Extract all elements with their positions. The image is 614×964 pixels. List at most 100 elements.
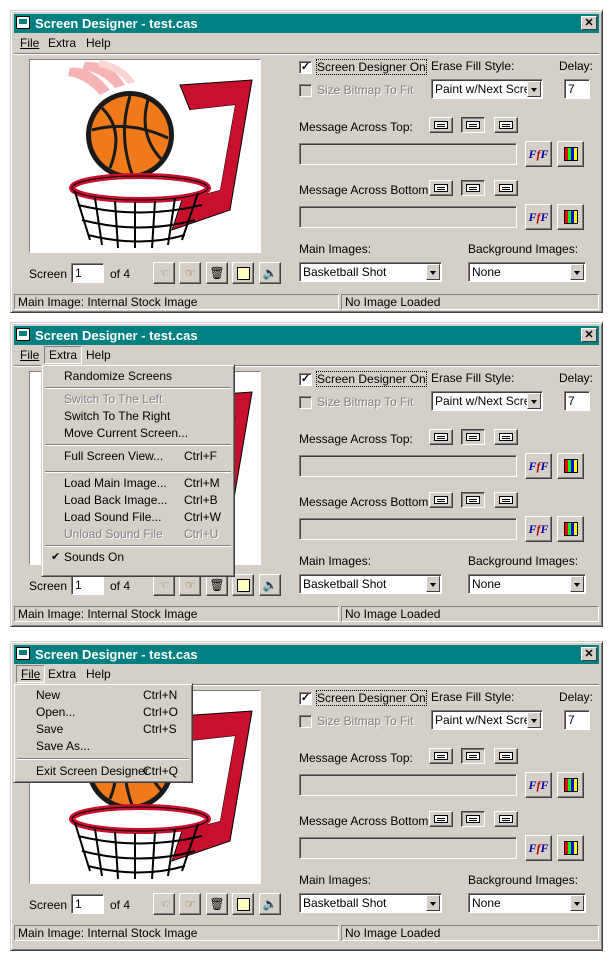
chevron-down-icon[interactable] xyxy=(570,895,584,911)
menu-extra[interactable]: Extra xyxy=(44,346,83,364)
menu-help[interactable]: Help xyxy=(82,665,115,683)
screen-designer-on-checkbox[interactable]: ✓ xyxy=(299,692,312,705)
align-center-bottom-button[interactable] xyxy=(461,180,485,196)
align-right-top-button[interactable] xyxy=(494,748,518,764)
extra-menu-item-full-screen-view[interactable]: Full Screen View... Ctrl+F xyxy=(45,448,231,465)
menu-help[interactable]: Help xyxy=(82,346,115,364)
message-top-input[interactable] xyxy=(299,455,517,477)
close-button[interactable]: ✕ xyxy=(581,647,597,661)
chevron-down-icon[interactable] xyxy=(527,81,541,97)
size-bitmap-checkbox[interactable] xyxy=(299,84,312,97)
delay-input[interactable]: 7 xyxy=(564,710,590,730)
chevron-down-icon[interactable] xyxy=(426,576,440,592)
menu-file[interactable]: File xyxy=(16,665,46,683)
font-top-button[interactable]: FfF xyxy=(525,453,552,479)
align-left-bottom-button[interactable] xyxy=(429,492,453,508)
color-bottom-button[interactable] xyxy=(557,204,584,230)
main-images-select[interactable]: Basketball Shot xyxy=(299,893,442,913)
title-bar[interactable]: Screen Designer - test.cas ✕ xyxy=(14,645,599,664)
align-center-top-button[interactable] xyxy=(461,117,485,133)
menu-file[interactable]: File xyxy=(16,346,43,364)
move-right-button[interactable]: ☞ xyxy=(179,893,201,915)
sound-button[interactable]: 🔈 xyxy=(259,893,281,915)
chevron-down-icon[interactable] xyxy=(426,895,440,911)
align-center-bottom-button[interactable] xyxy=(461,492,485,508)
delete-screen-button[interactable]: 🗑 xyxy=(206,262,228,284)
extra-menu-item-switch-to-the-right[interactable]: Switch To The Right xyxy=(45,408,231,425)
align-left-top-button[interactable] xyxy=(429,429,453,445)
extra-menu-item-load-back-image[interactable]: Load Back Image... Ctrl+B xyxy=(45,492,231,509)
align-left-bottom-button[interactable] xyxy=(429,180,453,196)
move-right-button[interactable]: ☞ xyxy=(179,262,201,284)
extra-menu-item-load-sound-file[interactable]: Load Sound File... Ctrl+W xyxy=(45,509,231,526)
extra-menu-item-unload-sound-file[interactable]: Unload Sound File Ctrl+U xyxy=(45,526,231,543)
font-bottom-button[interactable]: FfF xyxy=(525,204,552,230)
blank-screen-button[interactable] xyxy=(232,893,254,915)
align-right-top-button[interactable] xyxy=(494,429,518,445)
close-button[interactable]: ✕ xyxy=(581,328,597,342)
size-bitmap-checkbox[interactable] xyxy=(299,715,312,728)
move-left-button[interactable]: ☜ xyxy=(153,262,175,284)
extra-menu-item-randomize-screens[interactable]: Randomize Screens xyxy=(45,368,231,385)
align-center-top-button[interactable] xyxy=(461,748,485,764)
align-right-bottom-button[interactable] xyxy=(494,492,518,508)
blank-screen-button[interactable] xyxy=(232,262,254,284)
erase-fill-style-select[interactable]: Paint w/Next Scree xyxy=(431,79,543,99)
file-menu-item-open[interactable]: Open... Ctrl+O xyxy=(17,704,189,721)
align-center-bottom-button[interactable] xyxy=(461,811,485,827)
align-left-top-button[interactable] xyxy=(429,748,453,764)
menu-file[interactable]: File xyxy=(16,34,43,52)
menu-help[interactable]: Help xyxy=(82,34,115,52)
size-bitmap-checkbox[interactable] xyxy=(299,396,312,409)
background-images-select[interactable]: None xyxy=(468,574,586,594)
screen-number-input[interactable]: 1 xyxy=(71,894,104,914)
font-top-button[interactable]: FfF xyxy=(525,772,552,798)
message-bottom-input[interactable] xyxy=(299,206,517,228)
screen-designer-on-checkbox[interactable]: ✓ xyxy=(299,373,312,386)
blank-screen-button[interactable] xyxy=(232,574,254,596)
move-left-button[interactable]: ☜ xyxy=(153,574,175,596)
background-images-select[interactable]: None xyxy=(468,262,586,282)
font-top-button[interactable]: FfF xyxy=(525,141,552,167)
app-icon[interactable] xyxy=(16,647,30,660)
title-bar[interactable]: Screen Designer - test.cas ✕ xyxy=(14,326,599,345)
file-menu-item-save-as[interactable]: Save As... xyxy=(17,738,189,755)
extra-menu-item-move-current-screen[interactable]: Move Current Screen... xyxy=(45,425,231,442)
align-left-bottom-button[interactable] xyxy=(429,811,453,827)
chevron-down-icon[interactable] xyxy=(426,264,440,280)
app-icon[interactable] xyxy=(16,16,30,29)
screen-designer-on-checkbox[interactable]: ✓ xyxy=(299,61,312,74)
screen-number-input[interactable]: 1 xyxy=(71,263,104,283)
align-right-bottom-button[interactable] xyxy=(494,180,518,196)
align-right-top-button[interactable] xyxy=(494,117,518,133)
color-top-button[interactable] xyxy=(557,453,584,479)
align-left-top-button[interactable] xyxy=(429,117,453,133)
main-images-select[interactable]: Basketball Shot xyxy=(299,574,442,594)
file-menu-item-save[interactable]: Save Ctrl+S xyxy=(17,721,189,738)
align-center-top-button[interactable] xyxy=(461,429,485,445)
extra-menu-item-load-main-image[interactable]: Load Main Image... Ctrl+M xyxy=(45,475,231,492)
chevron-down-icon[interactable] xyxy=(570,264,584,280)
close-button[interactable]: ✕ xyxy=(581,16,597,30)
erase-fill-style-select[interactable]: Paint w/Next Scree xyxy=(431,710,543,730)
delay-input[interactable]: 7 xyxy=(564,79,590,99)
message-bottom-input[interactable] xyxy=(299,837,517,859)
menu-extra[interactable]: Extra xyxy=(44,665,80,683)
sound-button[interactable]: 🔈 xyxy=(259,574,281,596)
delete-screen-button[interactable]: 🗑 xyxy=(206,893,228,915)
chevron-down-icon[interactable] xyxy=(527,712,541,728)
app-icon[interactable] xyxy=(16,328,30,341)
move-left-button[interactable]: ☜ xyxy=(153,893,175,915)
erase-fill-style-select[interactable]: Paint w/Next Scree xyxy=(431,391,543,411)
extra-menu-item-sounds-on[interactable]: ✔ Sounds On xyxy=(45,549,231,566)
color-bottom-button[interactable] xyxy=(557,835,584,861)
color-top-button[interactable] xyxy=(557,141,584,167)
file-menu-item-exit-screen-designer[interactable]: Exit Screen Designer Ctrl+Q xyxy=(17,763,189,780)
color-bottom-button[interactable] xyxy=(557,516,584,542)
chevron-down-icon[interactable] xyxy=(527,393,541,409)
menu-extra[interactable]: Extra xyxy=(44,34,80,52)
move-right-button[interactable]: ☞ xyxy=(179,574,201,596)
main-images-select[interactable]: Basketball Shot xyxy=(299,262,442,282)
message-top-input[interactable] xyxy=(299,143,517,165)
chevron-down-icon[interactable] xyxy=(570,576,584,592)
